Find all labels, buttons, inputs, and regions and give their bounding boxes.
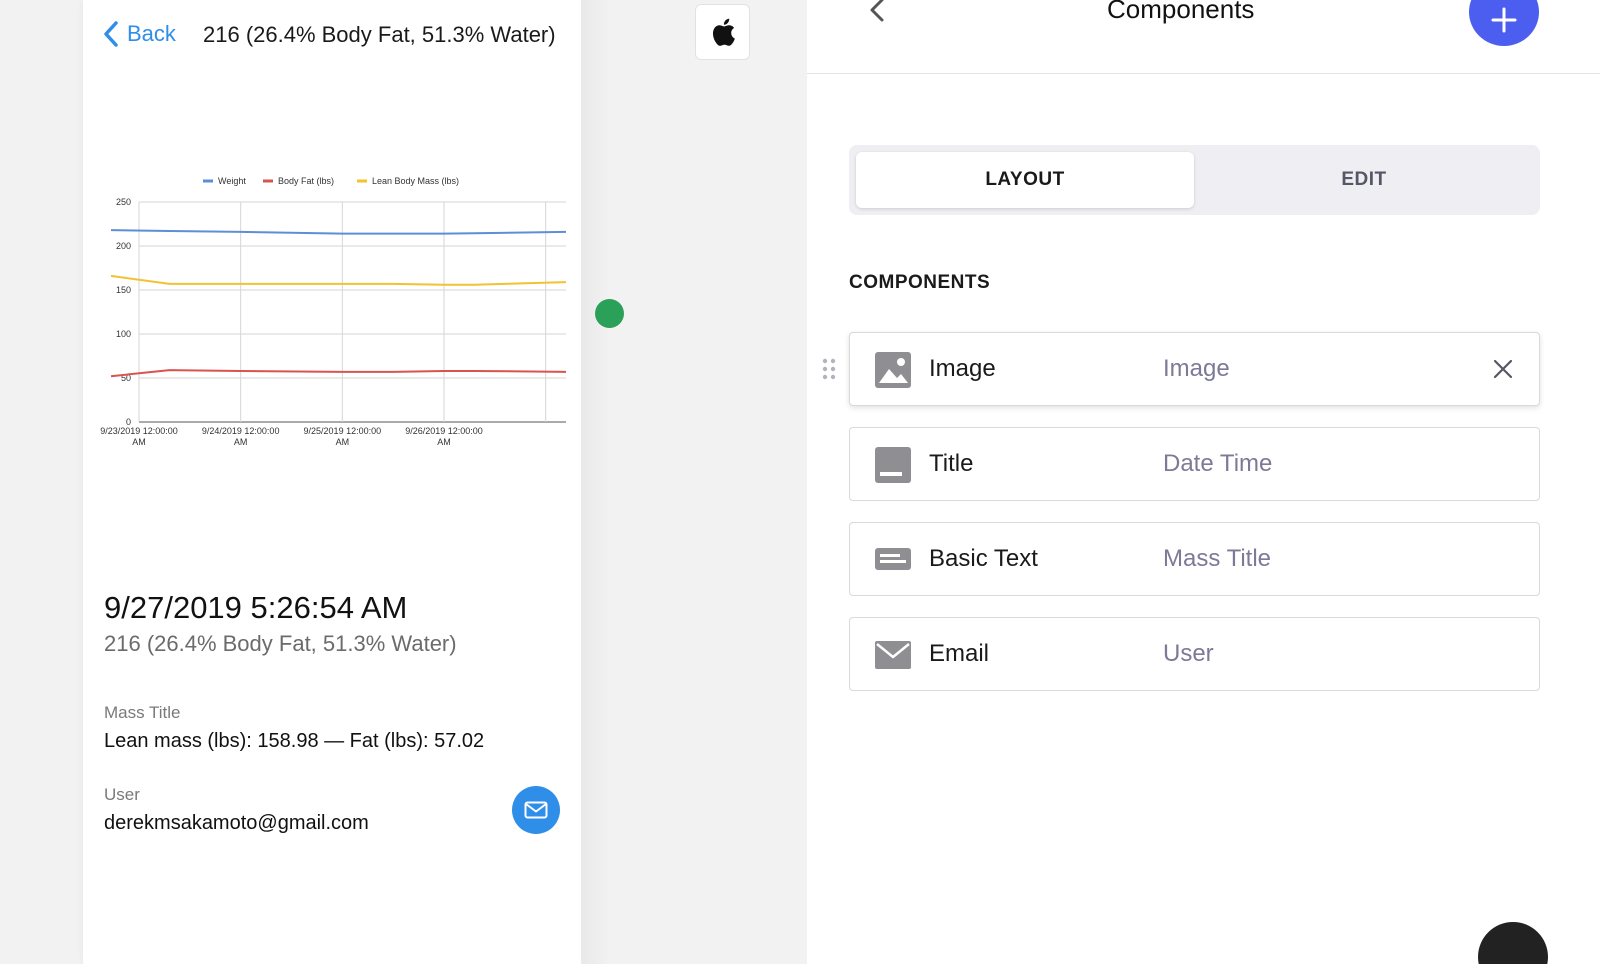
status-indicator [595,299,624,328]
tab-layout[interactable]: LAYOUT [856,152,1194,208]
component-value: Date Time [1163,450,1273,477]
component-row-basic-text[interactable]: Basic Text Mass Title [849,522,1540,596]
series-weight-line [110,229,567,235]
component-row-image[interactable]: Image Image [849,332,1540,406]
component-value: User [1163,640,1214,667]
series-body-fat-line [110,369,567,378]
component-row-email[interactable]: Email User [849,617,1540,691]
x-tick-label: AM [234,437,248,447]
x-tick-label: 9/26/2019 12:00:00 [405,426,483,436]
x-tick-label: AM [132,437,146,447]
chart-svg: 0501001502002509/23/2019 12:00:00AM9/24/… [100,176,567,447]
drag-handle-icon[interactable] [821,357,837,381]
app-root: Back 216 (26.4% Body Fat, 51.3% Water) 0… [0,0,1600,964]
components-panel: Components LAYOUT EDIT COMPONENTS Image … [807,0,1600,964]
chevron-left-icon [104,21,118,47]
layout-edit-toggle: LAYOUT EDIT [849,145,1540,215]
plus-icon [1491,7,1517,33]
email-icon [875,641,911,669]
help-button[interactable] [1478,922,1548,964]
apple-icon [712,18,735,46]
x-tick-label: 9/23/2019 12:00:00 [100,426,178,436]
legend-label: Weight [218,176,246,186]
component-name: Basic Text [929,545,1038,572]
component-name: Email [929,640,990,667]
email-button[interactable] [512,786,560,834]
tab-edit[interactable]: EDIT [1195,152,1533,208]
page-title: 216 (26.4% Body Fat, 51.3% Water) [203,22,556,47]
section-heading: COMPONENTS [849,272,991,293]
component-name: Image [929,355,996,382]
legend-label: Body Fat (lbs) [278,176,334,186]
component-row-title[interactable]: Title Date Time [849,427,1540,501]
component-value: Mass Title [1163,545,1272,572]
divider-strip [581,0,611,964]
chevron-left-icon[interactable] [867,0,887,30]
y-tick-label: 100 [116,329,131,339]
back-button[interactable]: Back [101,20,176,48]
basic-text-icon [875,548,911,570]
y-tick-label: 200 [116,241,131,251]
back-label: Back [127,21,176,46]
x-tick-label: AM [437,437,451,447]
add-component-button[interactable] [1469,0,1539,46]
series-lean-mass-line [110,274,567,286]
panel-header: Components [807,0,1600,74]
phone-preview: Back 216 (26.4% Body Fat, 51.3% Water) 0… [83,0,581,964]
user-email: derekmsakamoto@gmail.com [104,812,369,834]
weight-chart: 0 50 100 150 200 250 9/23/2019 12:00:00 AM 9/24/… [91,165,576,465]
user-label: User [104,785,140,804]
x-tick-label: 9/25/2019 12:00:00 [304,426,382,436]
record-date: 9/27/2019 5:26:54 AM [104,590,408,625]
mass-value: Lean mass (lbs): 158.98 — Fat (lbs): 57.… [104,730,485,752]
title-icon [875,447,911,483]
y-tick-label: 250 [116,197,131,207]
x-tick-label: 9/24/2019 12:00:00 [202,426,280,436]
mail-icon [524,801,548,819]
record-subtitle: 216 (26.4% Body Fat, 51.3% Water) [104,631,457,656]
x-tick-label: AM [336,437,350,447]
component-value: Image [1163,355,1230,382]
close-icon[interactable] [1491,357,1515,381]
legend-label: Lean Body Mass (lbs) [372,176,459,186]
component-name: Title [929,450,974,477]
mass-label: Mass Title [104,703,181,722]
y-tick-label: 150 [116,285,131,295]
image-icon [875,352,911,388]
platform-apple-button[interactable] [695,4,750,60]
panel-title: Components [1107,0,1255,24]
